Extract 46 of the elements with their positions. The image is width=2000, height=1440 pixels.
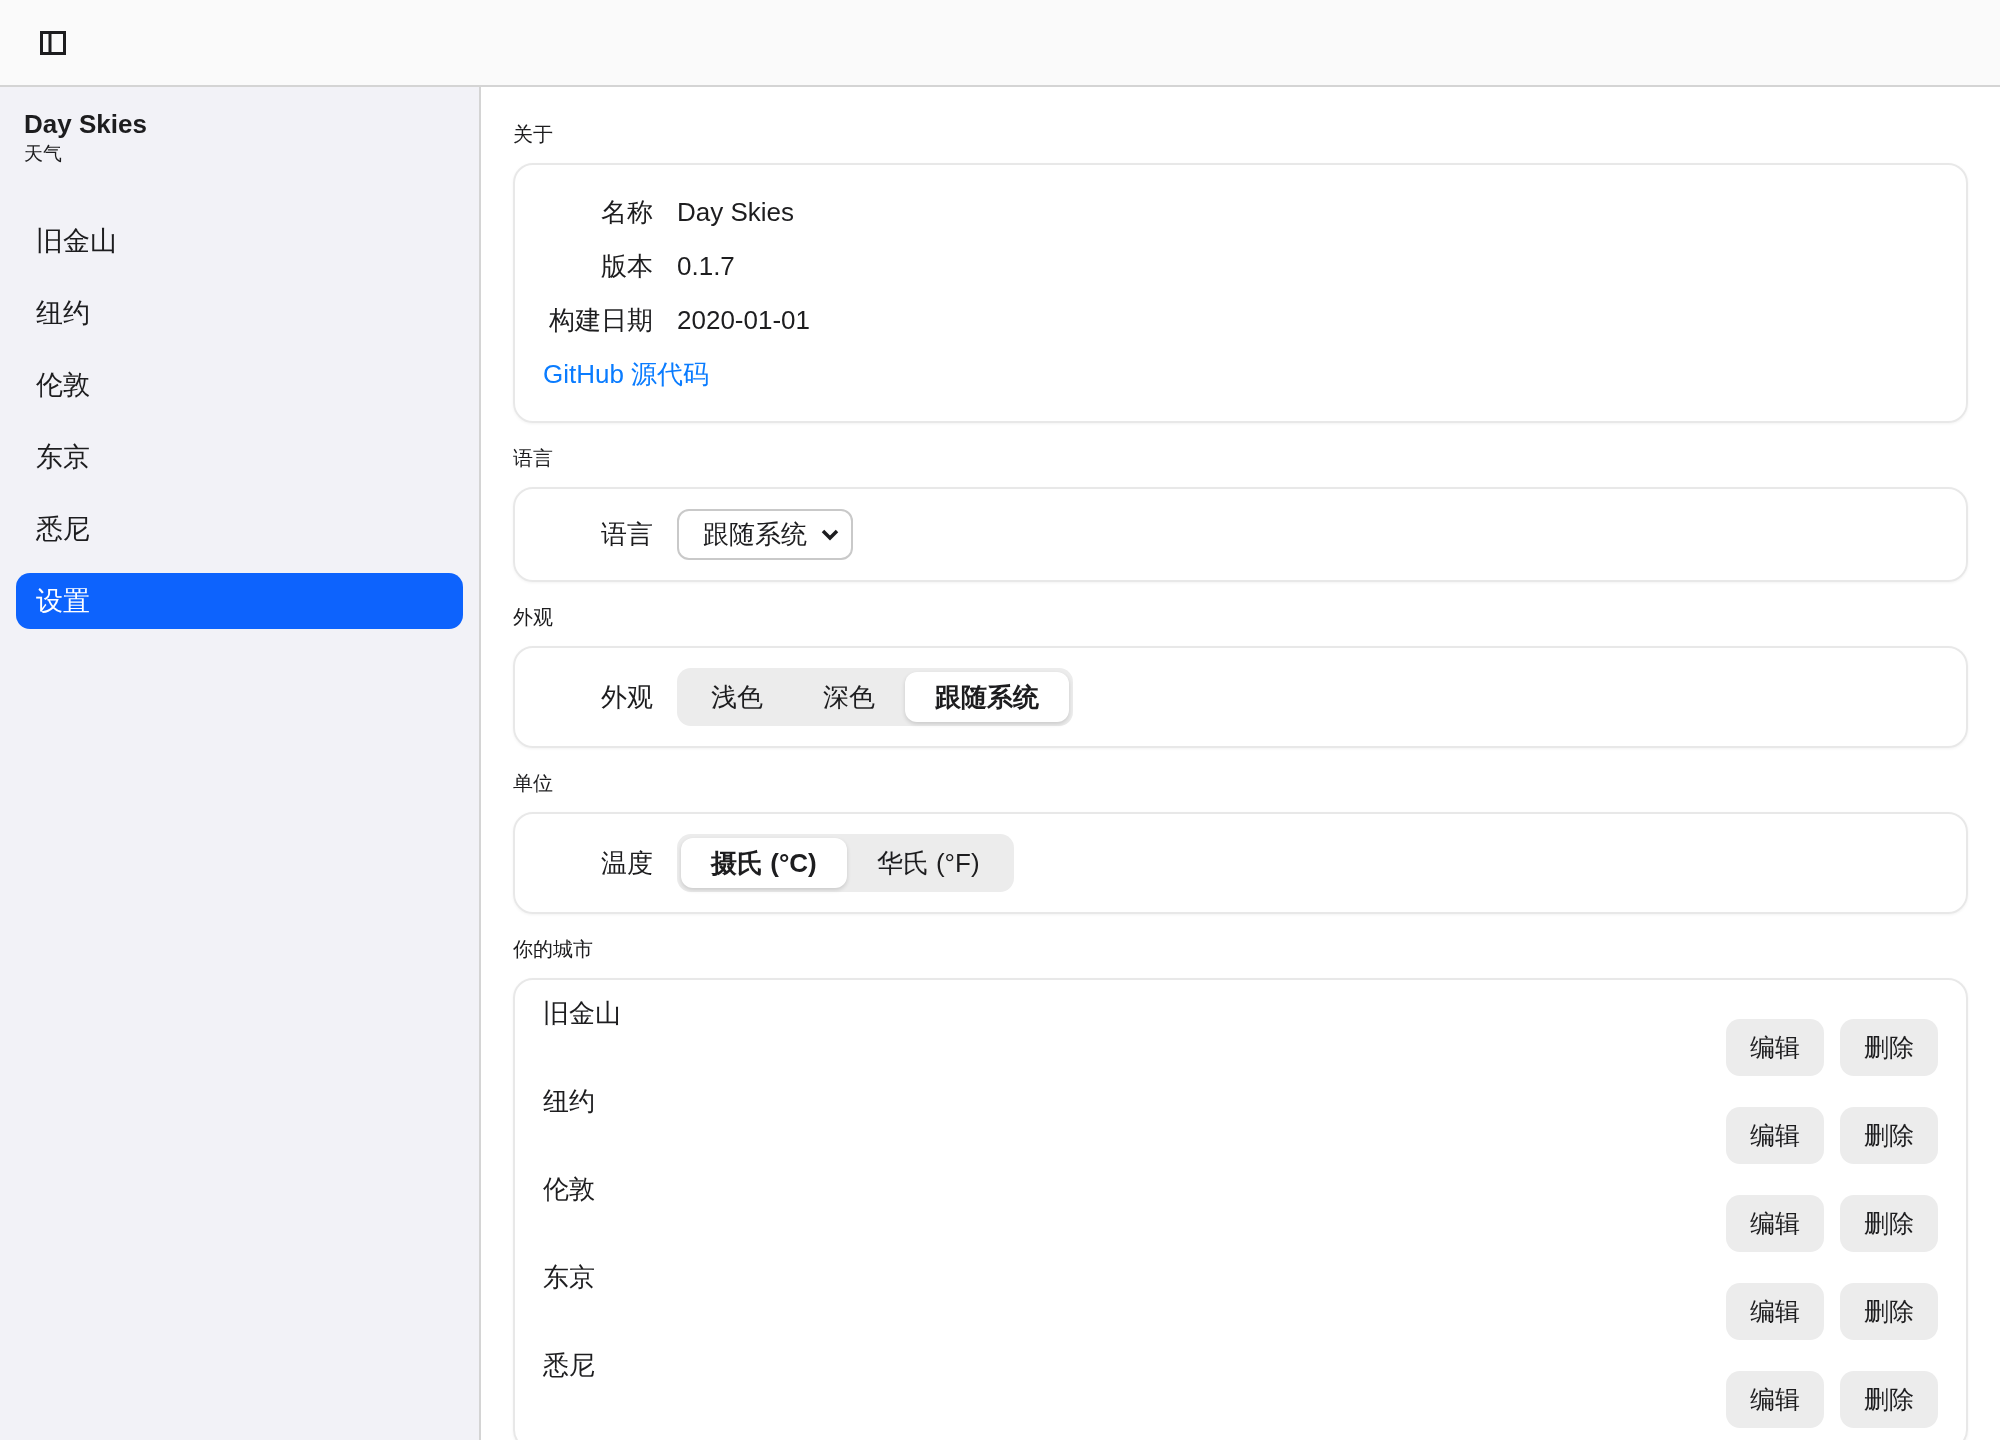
- field-label: 外观: [600, 680, 653, 714]
- section-heading: 单位: [513, 771, 554, 796]
- app-title: Day Skies: [24, 109, 148, 141]
- section-heading: 你的城市: [513, 937, 594, 962]
- city-action-button[interactable]: 删除: [1840, 1018, 1938, 1076]
- city-action-button[interactable]: 删除: [1840, 1194, 1938, 1252]
- sidebar-item[interactable]: 悉尼: [16, 500, 463, 557]
- sidebar-item[interactable]: 设置: [16, 572, 463, 629]
- city-name: 悉尼: [543, 1349, 595, 1382]
- sidebar-item[interactable]: 纽约: [16, 284, 463, 341]
- field-value: 0.1.7: [677, 250, 735, 283]
- segment-option[interactable]: 摄氏 (°C): [681, 838, 847, 888]
- segment-option[interactable]: 华氏 (°F): [846, 838, 1010, 888]
- language-select[interactable]: 跟随系统: [677, 509, 853, 560]
- city-action-button[interactable]: 删除: [1840, 1106, 1938, 1164]
- city-action-button[interactable]: 编辑: [1726, 1194, 1824, 1252]
- city-name: 东京: [543, 1261, 595, 1294]
- app-subtitle: 天气: [24, 142, 63, 167]
- section-heading: 语言: [513, 446, 554, 471]
- city-name: 旧金山: [543, 997, 621, 1030]
- segment-option[interactable]: 深色: [793, 672, 905, 722]
- field-label: 版本: [600, 250, 653, 283]
- segment-option[interactable]: 浅色: [681, 672, 793, 722]
- city-name: 伦敦: [543, 1173, 595, 1206]
- city-name: 纽约: [543, 1085, 595, 1118]
- chevron-down-icon: [821, 528, 839, 541]
- field-value: Day Skies: [677, 196, 795, 229]
- sidebar-item[interactable]: 旧金山: [16, 212, 463, 269]
- city-action-button[interactable]: 编辑: [1726, 1282, 1824, 1340]
- sidebar-item[interactable]: 东京: [16, 428, 463, 485]
- field-label: 温度: [600, 846, 653, 880]
- field-label: 构建日期: [548, 304, 653, 337]
- segment-option[interactable]: 跟随系统: [905, 672, 1069, 722]
- city-action-button[interactable]: 删除: [1840, 1370, 1938, 1428]
- city-action-button[interactable]: 编辑: [1726, 1106, 1824, 1164]
- city-action-button[interactable]: 编辑: [1726, 1370, 1824, 1428]
- city-action-button[interactable]: 删除: [1840, 1282, 1938, 1340]
- source-link[interactable]: GitHub 源代码: [543, 347, 710, 401]
- field-label: 语言: [600, 518, 653, 551]
- section-heading: 外观: [513, 605, 554, 630]
- section-heading: 关于: [513, 122, 554, 147]
- city-action-button[interactable]: 编辑: [1726, 1018, 1824, 1076]
- sidebar-toggle-icon[interactable]: [40, 30, 66, 55]
- field-value: 2020-01-01: [677, 304, 810, 337]
- sidebar-item[interactable]: 伦敦: [16, 356, 463, 413]
- field-label: 名称: [600, 196, 653, 229]
